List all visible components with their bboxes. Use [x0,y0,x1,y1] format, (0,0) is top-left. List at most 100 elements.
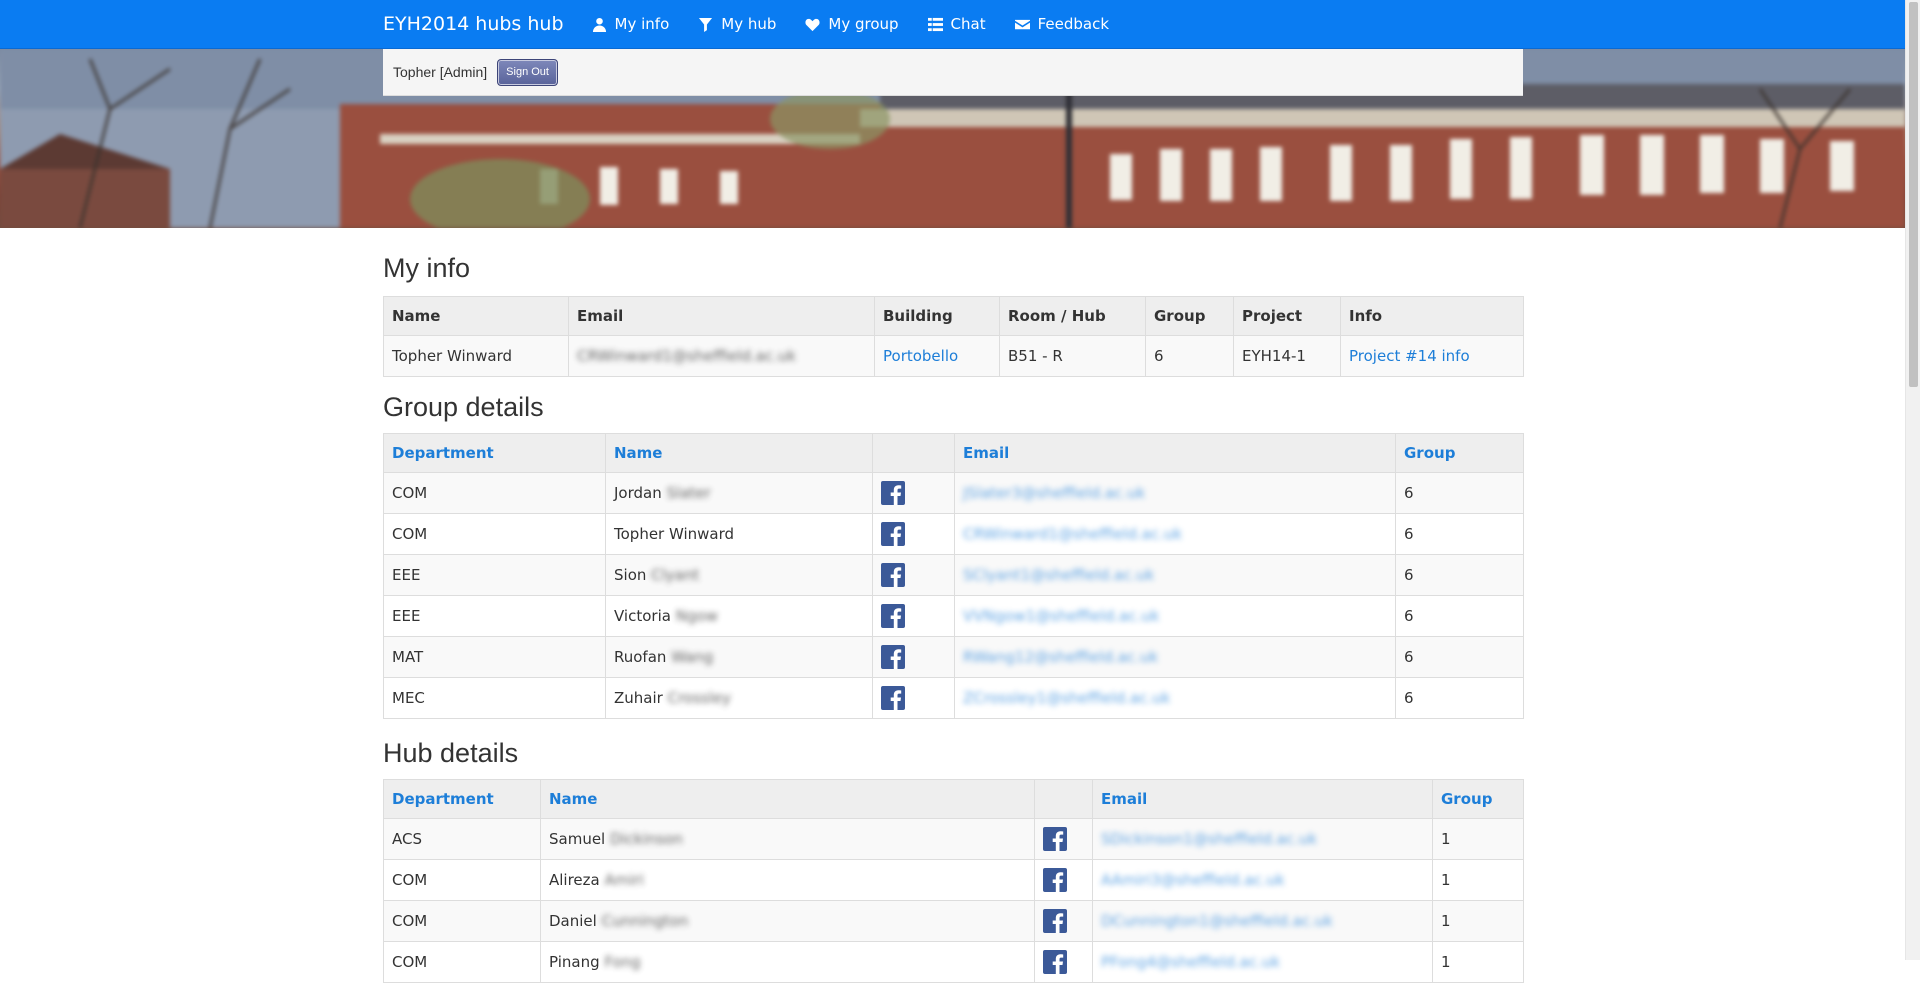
first-name: Alireza [549,871,600,889]
list-icon [927,17,943,31]
building-link[interactable]: Portobello [883,347,958,365]
email-link[interactable]: DCunnington1@sheffield.ac.uk [1101,912,1333,930]
sort-group-header[interactable]: Group [1395,433,1524,473]
project-info-link[interactable]: Project #14 info [1349,347,1470,365]
first-name: Jordan [614,484,662,502]
facebook-icon[interactable] [881,686,905,710]
group-cell: 6 [1395,513,1524,555]
facebook-icon[interactable] [881,604,905,628]
email-link[interactable]: SDickinson1@sheffield.ac.uk [1101,830,1317,848]
facebook-icon[interactable] [881,481,905,505]
email-cell: CRWinward1@sheffield.ac.uk [568,335,875,377]
email-link[interactable]: RWang12@sheffield.ac.uk [963,648,1158,666]
facebook-cell [872,636,955,678]
facebook-icon[interactable] [881,645,905,669]
name-cell: Jordan Slater [605,472,873,514]
email-link[interactable]: ZCrossley1@sheffield.ac.uk [963,689,1170,707]
sort-email-header[interactable]: Email [1092,779,1433,819]
group-cell: 6 [1395,472,1524,514]
email-link[interactable]: SClyant1@sheffield.ac.uk [963,566,1154,584]
nav-my-info[interactable]: My info [592,15,669,33]
last-name: Amiri [604,871,644,889]
column-header: Room / Hub [999,296,1146,336]
department-value: COM [392,525,428,543]
table-header-row: Name Email Building Room / Hub Group Pro… [383,296,1524,336]
table-row: COM Jordan Slater JSlater3@sheffield.ac.… [383,472,1524,514]
brand-link[interactable]: EYH2014 hubs hub [383,13,564,35]
last-name: Wang [671,648,714,666]
scrollbar-thumb[interactable] [1909,2,1918,387]
group-details-table: Department Name Email Group COM Jordan S… [383,433,1524,719]
name-cell: Zuhair Crossley [605,677,873,719]
first-name: Topher Winward [614,525,735,543]
facebook-icon[interactable] [881,563,905,587]
department-cell: COM [383,472,606,514]
first-name: Victoria [614,607,671,625]
name-cell: Alireza Amiri [540,859,1035,901]
department-value: MAT [392,648,424,666]
sort-department-header[interactable]: Department [383,779,541,819]
sign-out-button[interactable]: Sign Out [497,58,558,86]
department-cell: MAT [383,636,606,678]
sort-group-header[interactable]: Group [1432,779,1524,819]
group-value: 6 [1404,607,1414,625]
last-name: Crossley [667,689,732,707]
department-cell: ACS [383,818,541,860]
group-value: 6 [1404,689,1414,707]
group-cell: 1 [1432,941,1524,983]
facebook-icon[interactable] [1043,868,1067,892]
facebook-cell [1034,900,1093,942]
email-cell: AAmiri3@sheffield.ac.uk [1092,859,1433,901]
nav-chat[interactable]: Chat [927,15,986,33]
table-row: COM Topher Winward CRWinward1@sheffield.… [383,513,1524,555]
group-cell: 1 [1432,859,1524,901]
sort-email-header[interactable]: Email [954,433,1396,473]
group-value: 6 [1404,648,1414,666]
facebook-icon[interactable] [1043,909,1067,933]
sort-department-header[interactable]: Department [383,433,606,473]
current-user-label: Topher [Admin] [393,64,488,80]
email-link[interactable]: JSlater3@sheffield.ac.uk [963,484,1145,502]
sort-name-header[interactable]: Name [540,779,1035,819]
nav-my-group[interactable]: My group [805,15,899,33]
email-cell: JSlater3@sheffield.ac.uk [954,472,1396,514]
first-name: Sion [614,566,647,584]
department-cell: EEE [383,595,606,637]
nav-feedback[interactable]: Feedback [1014,15,1109,33]
my-info-heading: My info [383,253,471,283]
facebook-icon[interactable] [1043,950,1067,974]
column-header: Info [1340,296,1524,336]
email-link[interactable]: CRWinward1@sheffield.ac.uk [963,525,1182,543]
building-cell: Portobello [874,335,1000,377]
nav-label: My hub [721,15,777,33]
email-cell: RWang12@sheffield.ac.uk [954,636,1396,678]
hub-details-heading: Hub details [383,738,519,768]
name-cell: Ruofan Wang [605,636,873,678]
facebook-cell [872,554,955,596]
sort-name-header[interactable]: Name [605,433,873,473]
department-cell: COM [383,941,541,983]
facebook-icon[interactable] [1043,827,1067,851]
envelope-icon [1014,19,1030,29]
group-value: 6 [1404,566,1414,584]
nav-label: Chat [950,15,986,33]
email-cell: ZCrossley1@sheffield.ac.uk [954,677,1396,719]
email-link[interactable]: PFong4@sheffield.ac.uk [1101,953,1280,971]
page-scrollbar[interactable] [1905,0,1920,960]
hub-details-table: Department Name Email Group ACS Samuel D… [383,779,1524,983]
nav-label: My group [828,15,899,33]
nav-my-hub[interactable]: My hub [698,15,776,33]
table-row: MEC Zuhair Crossley ZCrossley1@sheffield… [383,677,1524,719]
email-link[interactable]: VVNgow1@sheffield.ac.uk [963,607,1159,625]
department-cell: COM [383,859,541,901]
facebook-icon[interactable] [881,522,905,546]
group-value: 1 [1441,830,1451,848]
facebook-cell [872,595,955,637]
email-cell: PFong4@sheffield.ac.uk [1092,941,1433,983]
group-details-heading: Group details [383,392,544,422]
first-name: Ruofan [614,648,667,666]
group-value: 6 [1404,484,1414,502]
last-name: Cunnington [601,912,689,930]
filter-icon [699,17,713,32]
email-link[interactable]: AAmiri3@sheffield.ac.uk [1101,871,1285,889]
